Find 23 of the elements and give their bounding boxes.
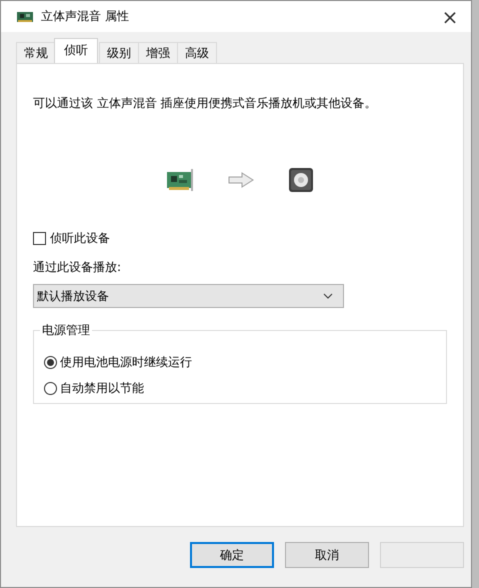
radio-label: 自动禁用以节能 [60,380,144,396]
description-text: 可以通过该 立体声混音 插座使用便携式音乐播放机或其他设备。 [33,95,378,112]
cancel-button[interactable]: 取消 [285,542,369,568]
listen-checkbox-row[interactable]: 侦听此设备 [33,230,447,247]
ok-button[interactable]: 确定 [190,542,274,568]
tab[interactable]: 级别 [99,42,139,63]
chevron-down-icon [323,293,333,299]
radio-button[interactable] [44,356,57,368]
tab[interactable]: 高级 [177,42,217,63]
arrow-icon [228,172,254,188]
checkbox[interactable] [33,232,46,245]
tab[interactable]: 侦听 [54,38,98,63]
window-title: 立体声混音 属性 [41,8,130,25]
field-label: 通过此设备播放: [33,259,122,276]
tab[interactable]: 常规 [16,42,56,63]
radio-button[interactable] [44,382,57,394]
sound-card-icon [17,10,33,22]
speaker-icon [288,167,314,193]
checkbox-label: 侦听此设备 [50,230,110,247]
close-button[interactable]: × [429,4,471,28]
sound-card-icon [166,168,194,192]
radio-label: 使用电池电源时继续运行 [60,354,192,370]
playback-dropdown[interactable]: 默认播放设备 [33,284,344,308]
